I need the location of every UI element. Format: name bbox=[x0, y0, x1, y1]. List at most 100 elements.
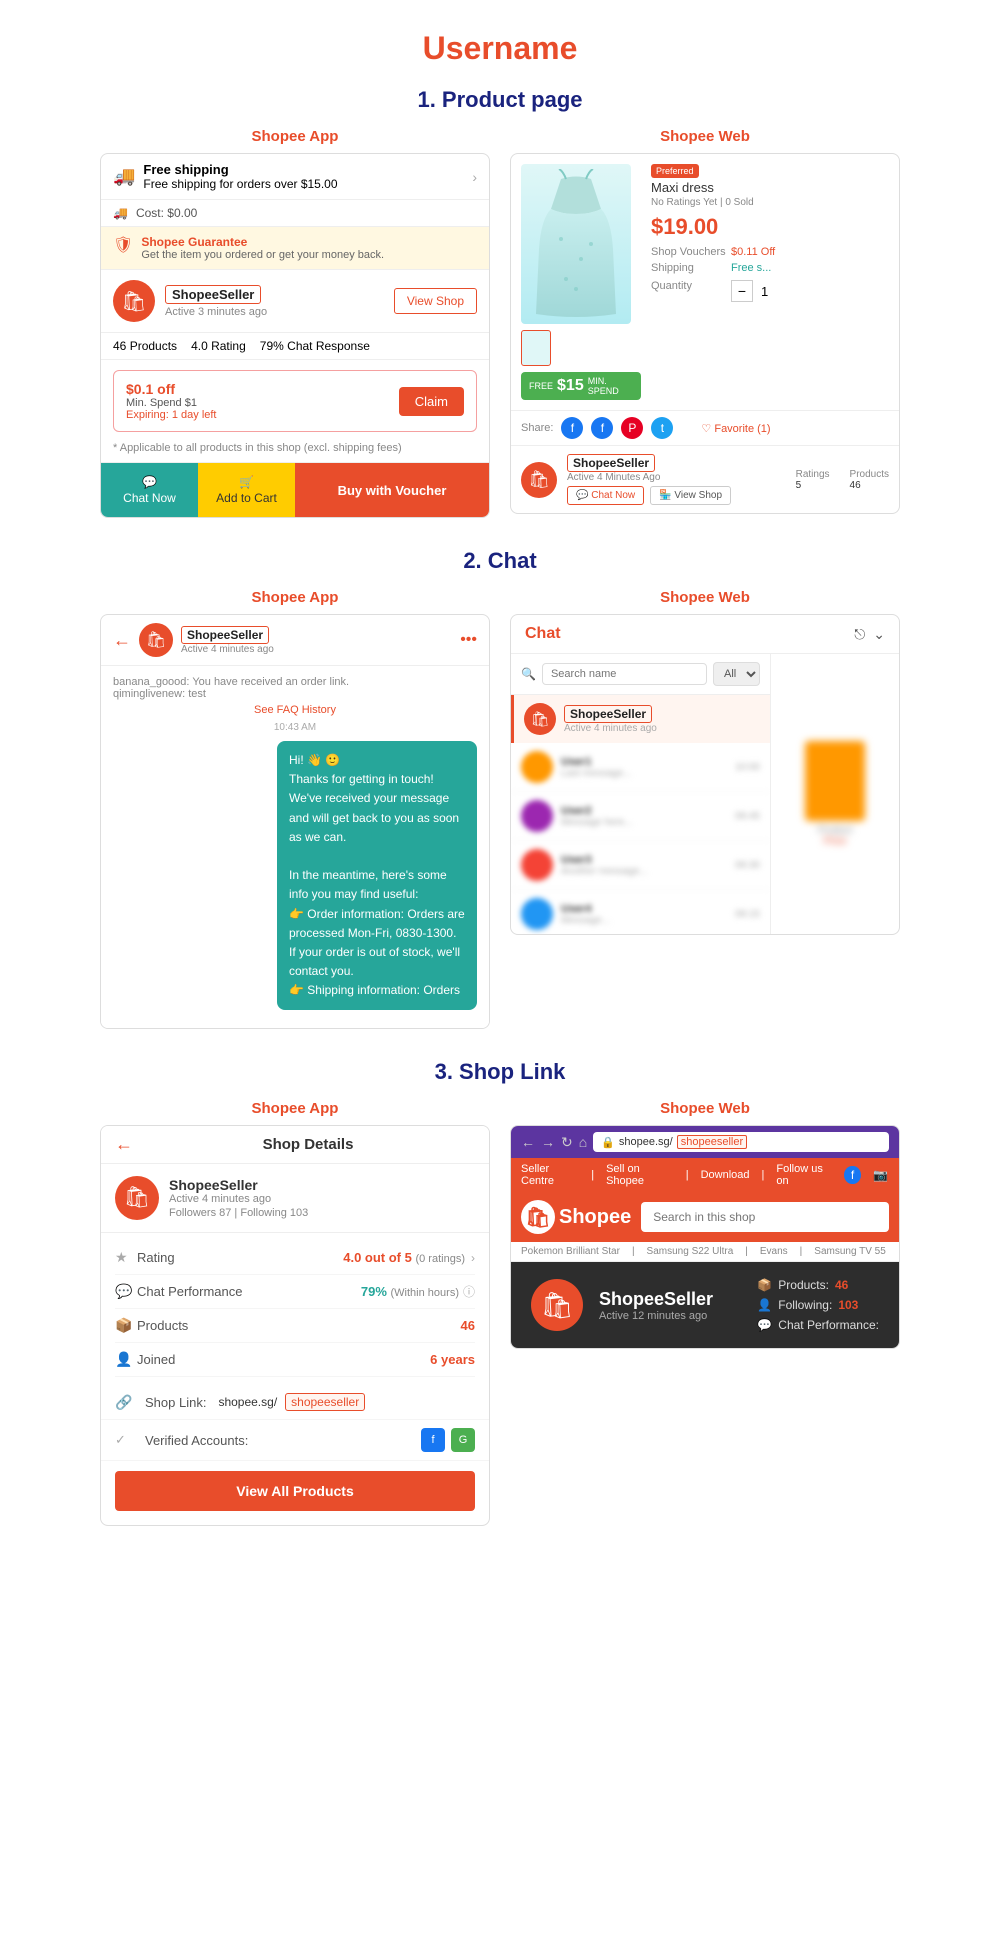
chat-filter-dropdown[interactable]: All bbox=[713, 662, 760, 686]
chat-icon: 💬 bbox=[142, 475, 157, 489]
follow-ig-icon[interactable]: 📷 bbox=[873, 1166, 889, 1184]
app-label-3: Shopee App bbox=[100, 1100, 490, 1117]
shop-seller-row: 🛍 ShopeeSeller Active 4 minutes ago Foll… bbox=[101, 1164, 489, 1233]
quantity-decrease-button[interactable]: − bbox=[731, 280, 753, 302]
shopee-search-input[interactable] bbox=[641, 1202, 889, 1232]
download-link[interactable]: Download bbox=[701, 1169, 750, 1181]
browser-home-icon[interactable]: ⌂ bbox=[579, 1134, 587, 1150]
seller-active: Active 3 minutes ago bbox=[165, 306, 384, 318]
follow-us-label: Follow us on bbox=[776, 1163, 832, 1187]
chat-product-preview: Product Price bbox=[805, 741, 865, 847]
add-to-cart-button[interactable]: 🛒 Add to Cart bbox=[198, 463, 295, 517]
browser-back-icon[interactable]: ← bbox=[521, 1134, 535, 1150]
cost-row: 🚚 Cost: $0.00 bbox=[101, 200, 489, 227]
shipping-label-web: Shipping bbox=[651, 262, 731, 274]
chat-stat: 79% Chat Response bbox=[260, 339, 370, 353]
pinterest-icon[interactable]: P bbox=[621, 417, 643, 439]
guarantee-icon: 🛡 bbox=[113, 235, 133, 255]
see-faq-button[interactable]: See FAQ History bbox=[113, 704, 477, 716]
web-seller-active: Active 4 Minutes Ago bbox=[567, 472, 731, 483]
url-text: shopee.sg/ bbox=[619, 1136, 673, 1148]
favorite-button[interactable]: ♡ Favorite (1) bbox=[701, 422, 770, 435]
shop-seller-avatar: 🛍 bbox=[115, 1176, 159, 1220]
hero-chat-stat: 💬 Chat Performance: bbox=[757, 1318, 879, 1332]
quick-link-3[interactable]: Evans bbox=[760, 1246, 788, 1257]
joined-label: Joined bbox=[137, 1352, 430, 1367]
shopee-top-nav: Seller Centre | Sell on Shopee | Downloa… bbox=[511, 1158, 899, 1192]
claim-button[interactable]: Claim bbox=[399, 387, 464, 416]
chat-item-avatar-2 bbox=[521, 800, 553, 832]
shop-stats-list: ★ Rating 4.0 out of 5 (0 ratings) › 💬 Ch… bbox=[101, 1233, 489, 1385]
rating-label: Rating bbox=[137, 1250, 343, 1265]
quick-link-2[interactable]: Samsung S22 Ultra bbox=[647, 1246, 734, 1257]
quick-links-bar: Pokemon Brilliant Star | Samsung S22 Ult… bbox=[511, 1242, 899, 1262]
bottom-action-bar: 💬 Chat Now 🛒 Add to Cart Buy with Vouche… bbox=[101, 462, 489, 517]
chat-perf-value: 79% (Within hours) bbox=[361, 1284, 459, 1299]
verified-label: Verified Accounts: bbox=[145, 1433, 413, 1448]
shop-chat-row: 💬 Chat Performance 79% (Within hours) ⓘ bbox=[115, 1275, 475, 1309]
sell-on-shopee-link[interactable]: Sell on Shopee bbox=[606, 1163, 674, 1187]
chat-list-item-1[interactable]: User1 Last message... 10:00 bbox=[511, 743, 770, 792]
products-label: Products bbox=[137, 1318, 461, 1333]
chat-search-input[interactable] bbox=[542, 663, 707, 685]
browser-forward-icon[interactable]: → bbox=[541, 1134, 555, 1150]
seller-centre-link[interactable]: Seller Centre bbox=[521, 1163, 579, 1187]
product-price: $19.00 bbox=[651, 214, 889, 240]
shop-rating-row: ★ Rating 4.0 out of 5 (0 ratings) › bbox=[115, 1241, 475, 1275]
twitter-icon[interactable]: t bbox=[651, 417, 673, 439]
selected-chat-avatar: 🛍 bbox=[524, 703, 556, 735]
section-1-title: 1. Product page bbox=[100, 87, 900, 113]
section-3-title: 3. Shop Link bbox=[100, 1059, 900, 1085]
chat-web-panel: Chat ⎋ ⌄ 🔍 All bbox=[510, 614, 900, 935]
browser-refresh-icon[interactable]: ↻ bbox=[561, 1134, 573, 1151]
rating-value: 4.0 out of 5 (0 ratings) bbox=[343, 1250, 465, 1265]
hero-following-icon: 👤 bbox=[757, 1298, 772, 1312]
app-seller-row: 🛍 ShopeeSeller Active 3 minutes ago View… bbox=[101, 270, 489, 333]
shopee-logo: 🛍 Shopee bbox=[521, 1200, 631, 1234]
hero-chat-icon: 💬 bbox=[757, 1318, 772, 1332]
seller-stats-row: 46 Products 4.0 Rating 79% Chat Response bbox=[101, 333, 489, 360]
shipping-icon: 🚚 bbox=[113, 166, 135, 187]
shipping-row: 🚚 Free shipping Free shipping for orders… bbox=[101, 154, 489, 200]
quick-link-4[interactable]: Samsung TV 55 bbox=[814, 1246, 886, 1257]
chat-list-item-4[interactable]: User4 Message... 09:15 bbox=[511, 890, 770, 934]
chat-more-icon[interactable]: ••• bbox=[460, 631, 477, 649]
back-arrow-icon[interactable]: ← bbox=[113, 630, 131, 651]
follow-fb-icon[interactable]: f bbox=[844, 1166, 860, 1184]
products-value: 46 bbox=[461, 1318, 475, 1333]
selected-seller-name: ShopeeSeller bbox=[564, 705, 652, 723]
buy-with-voucher-button[interactable]: Buy with Voucher bbox=[295, 463, 489, 517]
voucher-amount: $0.1 off bbox=[126, 381, 217, 397]
chat-list-item-2[interactable]: User2 Message here... 09:45 bbox=[511, 792, 770, 841]
product-thumbnails bbox=[521, 330, 641, 366]
product-web-panel: FREE $15 MIN. SPEND Preferred Maxi dress… bbox=[510, 153, 900, 514]
quantity-label-web: Quantity bbox=[651, 280, 731, 302]
quick-link-1[interactable]: Pokemon Brilliant Star bbox=[521, 1246, 620, 1257]
cart-icon: 🛒 bbox=[239, 475, 254, 489]
browser-url-bar[interactable]: 🔒 shopee.sg/shopeeseller bbox=[593, 1132, 889, 1152]
chat-export-icon[interactable]: ⎋ bbox=[854, 626, 865, 643]
view-all-products-button[interactable]: View All Products bbox=[115, 1471, 475, 1511]
chat-now-button[interactable]: 💬 Chat Now bbox=[101, 463, 198, 517]
chat-collapse-icon[interactable]: ⌄ bbox=[873, 626, 885, 643]
product-app-panel: 🚚 Free shipping Free shipping for orders… bbox=[100, 153, 490, 518]
google-verified-badge: G bbox=[451, 1428, 475, 1452]
shop-hero-active: Active 12 minutes ago bbox=[599, 1310, 713, 1322]
web-chat-now-button[interactable]: 💬 Chat Now bbox=[567, 486, 644, 505]
shop-hero-avatar: 🛍 bbox=[531, 1279, 583, 1331]
chat-selected-seller[interactable]: 🛍 ShopeeSeller Active 4 minutes ago bbox=[511, 695, 770, 743]
quantity-value: 1 bbox=[761, 284, 768, 299]
voucher-label: Shop Vouchers bbox=[651, 246, 731, 258]
view-shop-button[interactable]: View Shop bbox=[394, 288, 477, 314]
web-view-shop-button[interactable]: 🏪 View Shop bbox=[650, 486, 731, 505]
facebook-icon[interactable]: f bbox=[561, 417, 583, 439]
thumbnail-1[interactable] bbox=[521, 330, 551, 366]
selected-seller-msg: Active 4 minutes ago bbox=[564, 723, 657, 734]
rating-stat: 4.0 Rating bbox=[191, 339, 246, 353]
shop-back-icon[interactable]: ← bbox=[115, 1134, 133, 1155]
chat-list-item-3[interactable]: User3 Another message... 09:30 bbox=[511, 841, 770, 890]
chat-seller-name: ShopeeSeller bbox=[181, 626, 269, 644]
joined-value: 6 years bbox=[430, 1352, 475, 1367]
facebook2-icon[interactable]: f bbox=[591, 417, 613, 439]
chat-perf-info-icon: ⓘ bbox=[463, 1283, 475, 1300]
